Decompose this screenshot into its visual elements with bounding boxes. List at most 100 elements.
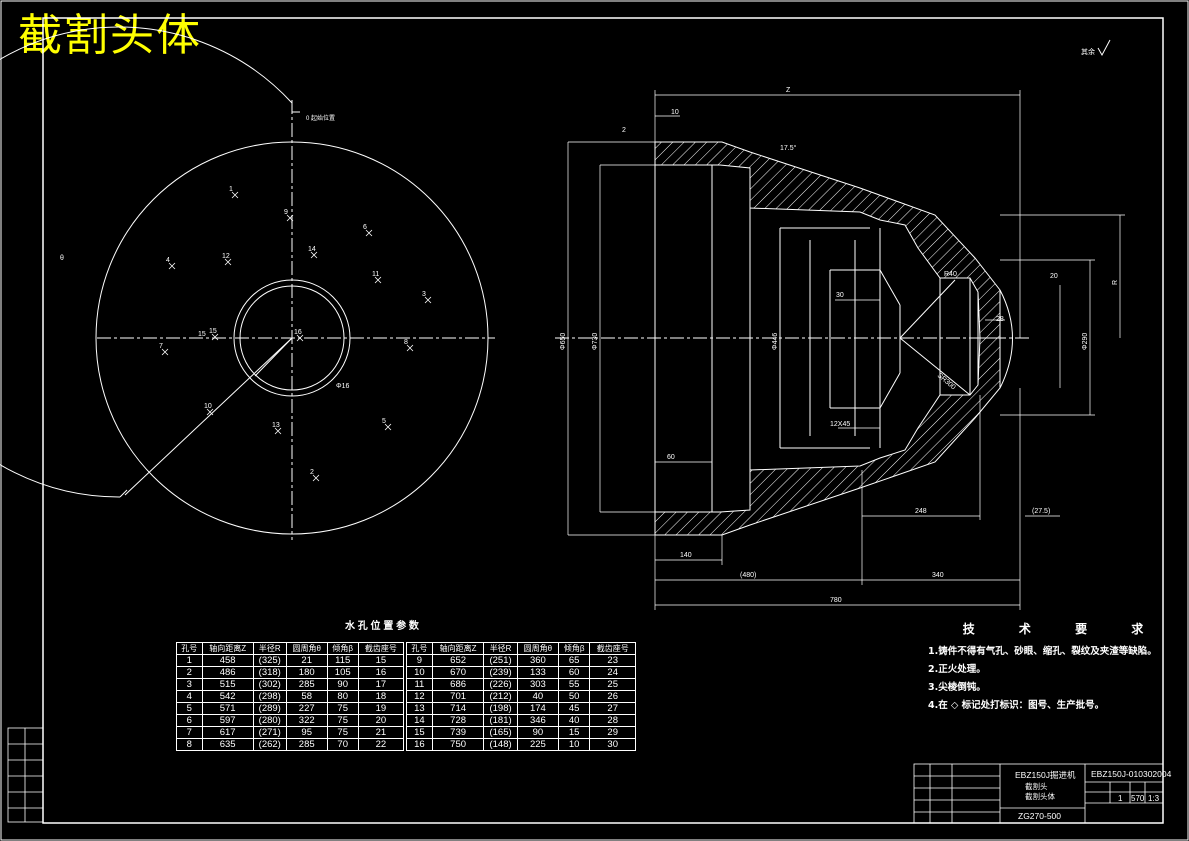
hole-marker xyxy=(384,423,392,431)
table-cell: 22 xyxy=(357,738,405,751)
dim-780: 780 xyxy=(830,597,842,604)
table-cell: 8 xyxy=(176,738,203,751)
table-cell: 11 xyxy=(406,678,433,691)
hole-label: 14 xyxy=(308,246,316,253)
dim-15: 15 xyxy=(198,331,206,338)
table-cell: 90 xyxy=(516,726,559,739)
hole-table-header: 轴向距离Z xyxy=(431,642,485,655)
table-cell: 571 xyxy=(201,702,254,715)
hole-phi16-label: Φ16 xyxy=(336,383,349,390)
table-row: 15 739 (165) 90 15 29 xyxy=(406,726,636,739)
table-row: 13 714 (198) 174 45 27 xyxy=(406,702,636,715)
table-row: 2 486 (318) 180 105 16 xyxy=(176,666,405,679)
table-cell: 105 xyxy=(326,666,359,679)
dim-dia446: Φ446 xyxy=(772,333,779,350)
hole-marker xyxy=(406,344,414,352)
tech-requirement-item: 4.在 ◇ 标记处打标识：图号、生产批号。 xyxy=(928,700,1105,711)
tech-requirement-item: 3.尖棱倒钝。 xyxy=(928,682,986,693)
table-cell: 739 xyxy=(431,726,485,739)
dim-10: 10 xyxy=(671,109,679,116)
dim-dia650: Φ650 xyxy=(560,333,567,350)
tech-requirement-item: 1.铸件不得有气孔、砂眼、缩孔、裂纹及夹渣等缺陷。 xyxy=(928,646,1157,657)
table-cell: 15 xyxy=(357,654,405,667)
table-cell: 115 xyxy=(326,654,359,667)
table-row: 4 542 (298) 58 80 18 xyxy=(176,690,405,703)
hole-table-header: 孔号 xyxy=(176,642,203,655)
dim-12x45: 12X45 xyxy=(830,421,850,428)
table-row: 10 670 (239) 133 60 24 xyxy=(406,666,636,679)
table-cell: 21 xyxy=(357,726,405,739)
hole-table-header: 截齿座号 xyxy=(357,642,405,655)
table-cell: (148) xyxy=(483,738,518,751)
table-cell: 670 xyxy=(431,666,485,679)
table-cell: 701 xyxy=(431,690,485,703)
table-cell: 458 xyxy=(201,654,254,667)
hole-table-header: 倾角β xyxy=(326,642,359,655)
table-cell: (271) xyxy=(252,726,287,739)
table-cell: (280) xyxy=(252,714,287,727)
table-cell: 10 xyxy=(406,666,433,679)
title-block-weight: 570 xyxy=(1131,794,1145,803)
table-cell: 90 xyxy=(326,678,359,691)
title-block-drawing-no: EBZ150J-010302004 xyxy=(1091,769,1172,779)
title-block-product: EBZ150J掘进机 xyxy=(1015,770,1076,780)
table-cell: 227 xyxy=(285,702,328,715)
table-cell: 9 xyxy=(406,654,433,667)
table-cell: 30 xyxy=(589,738,636,751)
table-cell: 27 xyxy=(589,702,636,715)
table-cell: 70 xyxy=(326,738,359,751)
table-cell: (262) xyxy=(252,738,287,751)
tech-requirements: 技 术 要 求 1.铸件不得有气孔、砂眼、缩孔、裂纹及夹渣等缺陷。 2.正火处理。… xyxy=(928,620,1178,715)
hole-table-header: 倾角β xyxy=(557,642,591,655)
table-cell: 55 xyxy=(557,678,591,691)
dim-30: 30 xyxy=(836,292,844,299)
table-cell: 50 xyxy=(557,690,591,703)
table-row: 14 728 (181) 346 40 28 xyxy=(406,714,636,727)
hole-label: 12 xyxy=(222,253,230,260)
table-cell: 635 xyxy=(201,738,254,751)
section-hatch-top xyxy=(654,141,1001,339)
table-cell: 542 xyxy=(201,690,254,703)
table-cell: 21 xyxy=(285,654,328,667)
table-cell: 597 xyxy=(201,714,254,727)
table-cell: 40 xyxy=(557,714,591,727)
hole-marker xyxy=(161,348,169,356)
dim-2: 2 xyxy=(622,127,626,134)
roughness-icon xyxy=(1097,39,1111,57)
table-cell: (239) xyxy=(483,666,518,679)
table-cell: 174 xyxy=(516,702,559,715)
title-block-scale: 1:3 xyxy=(1148,794,1160,803)
table-cell: 29 xyxy=(589,726,636,739)
table-row: 7 617 (271) 95 75 21 xyxy=(176,726,405,739)
dim-theta: θ xyxy=(60,255,64,262)
table-cell: 26 xyxy=(589,690,636,703)
table-cell: 714 xyxy=(431,702,485,715)
hole-label: 15 xyxy=(209,328,217,335)
table-cell: (251) xyxy=(483,654,518,667)
dim-r: R xyxy=(1112,280,1119,285)
tech-requirements-heading: 技 术 要 求 xyxy=(962,622,1164,636)
hole-label: 10 xyxy=(204,403,212,410)
table-cell: 75 xyxy=(326,702,359,715)
table-cell: 686 xyxy=(431,678,485,691)
table-cell: 728 xyxy=(431,714,485,727)
table-cell: 3 xyxy=(176,678,203,691)
table-cell: 58 xyxy=(285,690,328,703)
table-cell: 13 xyxy=(406,702,433,715)
dim-r40: R40 xyxy=(944,271,957,278)
table-cell: (226) xyxy=(483,678,518,691)
table-cell: (289) xyxy=(252,702,287,715)
title-block-qty: 1 xyxy=(1118,794,1123,803)
hole-table-header: 截齿座号 xyxy=(589,642,636,655)
table-cell: 15 xyxy=(557,726,591,739)
zero-position-label: 0 起始位置 xyxy=(306,114,335,122)
hole-marker xyxy=(168,262,176,270)
tech-requirement-item: 2.正火处理。 xyxy=(928,664,986,675)
dim-z: Z xyxy=(786,87,791,94)
hole-marker xyxy=(312,474,320,482)
hole-table-header: 孔号 xyxy=(406,642,433,655)
hole-table-header: 圆周角θ xyxy=(285,642,328,655)
table-cell: 5 xyxy=(176,702,203,715)
table-cell: 617 xyxy=(201,726,254,739)
table-row: 12 701 (212) 40 50 26 xyxy=(406,690,636,703)
